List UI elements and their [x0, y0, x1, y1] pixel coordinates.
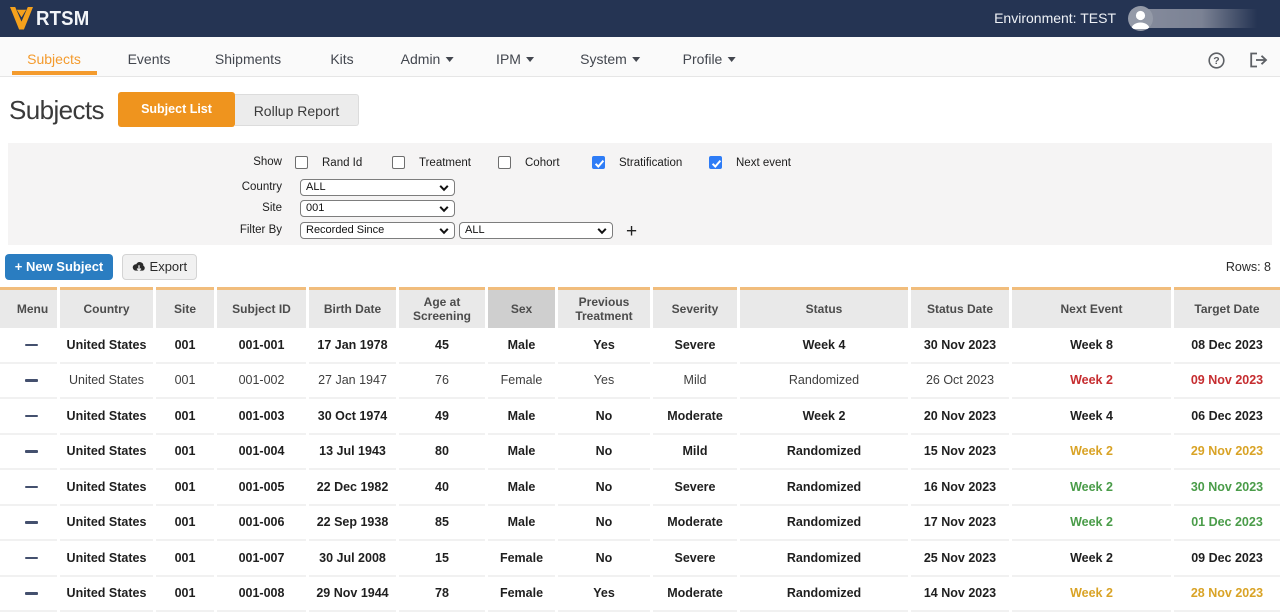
svg-text:?: ? [1213, 55, 1219, 67]
